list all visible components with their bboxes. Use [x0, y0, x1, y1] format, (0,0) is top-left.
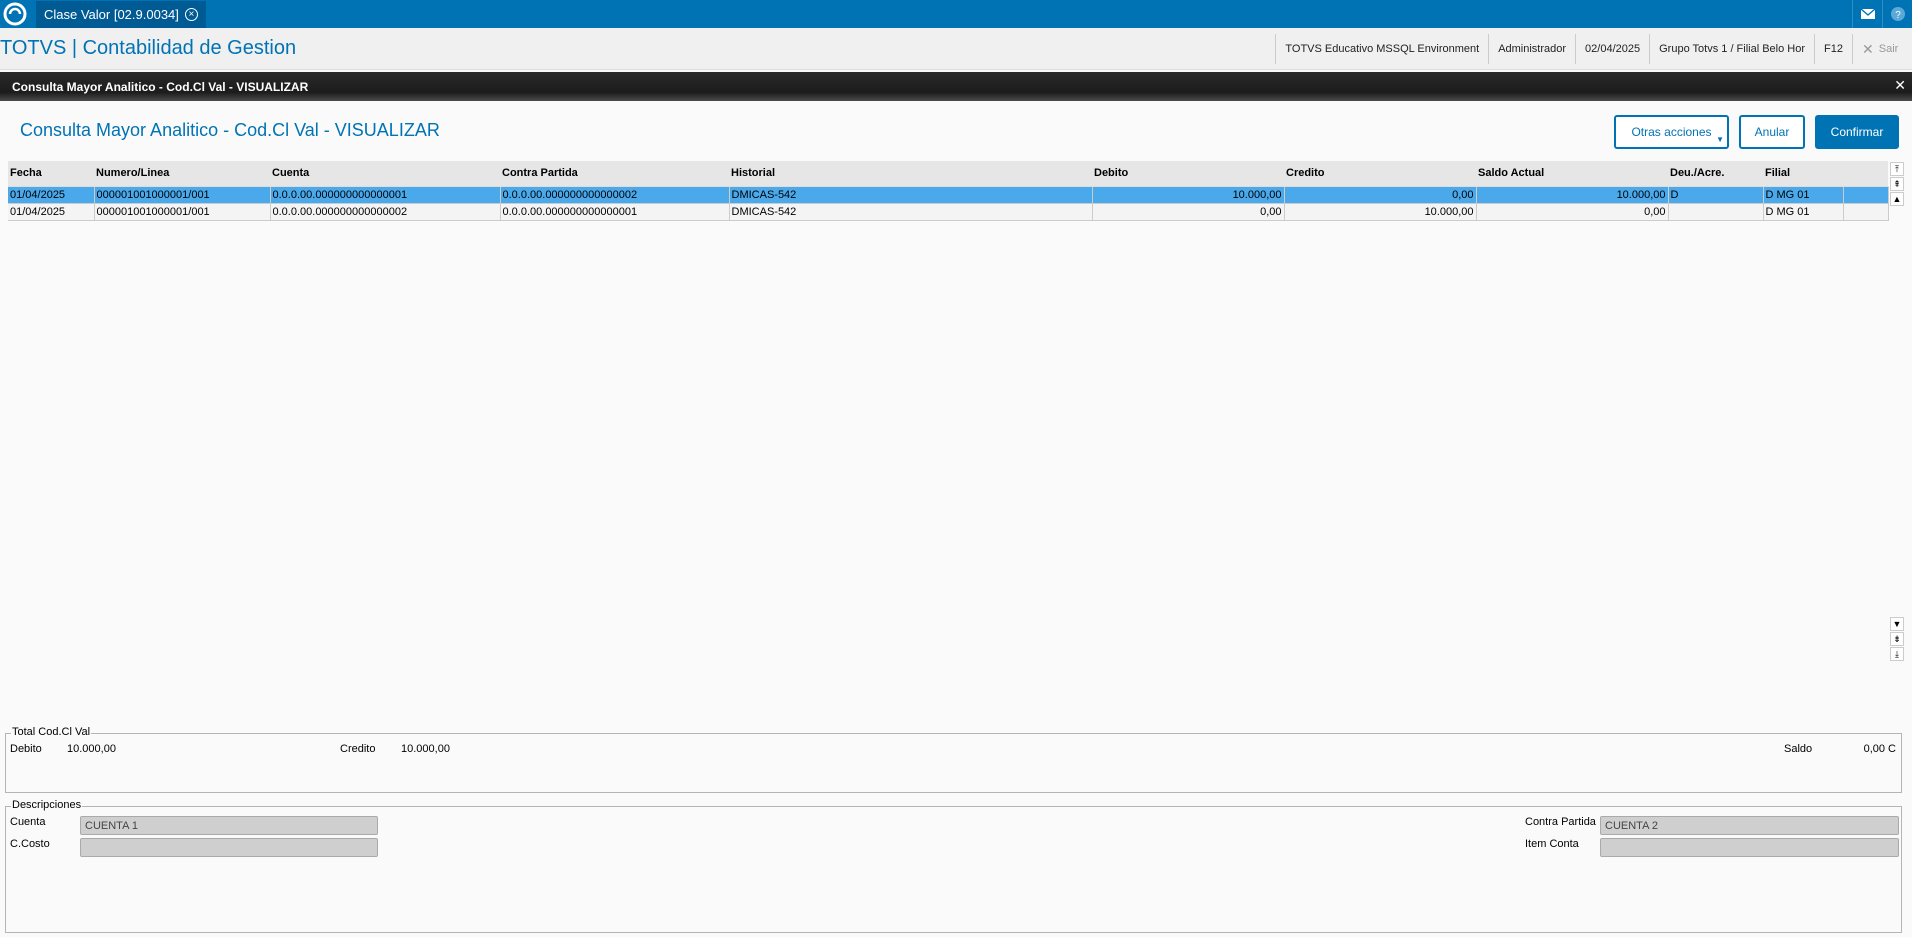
column-header[interactable]: Debito	[1092, 161, 1284, 187]
debit-label: Debito	[10, 743, 42, 755]
credit-value: 10.000,00	[401, 743, 450, 755]
help-icon[interactable]: ?	[1882, 0, 1912, 28]
scroll-down-icon[interactable]: ▼	[1890, 617, 1904, 631]
date-label[interactable]: 02/04/2025	[1575, 34, 1649, 64]
other-actions-label: Otras acciones	[1631, 125, 1712, 139]
other-actions-button[interactable]: Otras acciones ▼	[1614, 115, 1729, 149]
column-header[interactable]: Fecha	[8, 161, 94, 187]
close-icon: ✕	[1862, 40, 1874, 57]
tab-label: Clase Valor [02.9.0034]	[44, 7, 179, 22]
table-cell: 0,00	[1092, 203, 1285, 221]
table-cell: D MG 01	[1763, 203, 1844, 221]
chevron-down-icon: ▼	[1716, 135, 1724, 144]
scroll-last-icon[interactable]: ⤓	[1890, 647, 1904, 661]
dialog-title: Consulta Mayor Analitico - Cod.Cl Val - …	[12, 80, 309, 94]
debit-value: 10.000,00	[67, 743, 116, 755]
descriptions-group: Descripciones Cuenta CUENTA 1 C.Costo Co…	[5, 799, 1902, 933]
svg-text:?: ?	[1895, 10, 1901, 21]
column-header[interactable]: Contra Partida	[500, 161, 729, 187]
table-row[interactable]: 01/04/2025 000001001000001/001 0.0.0.00.…	[8, 203, 1889, 221]
ledger-grid[interactable]: Fecha Numero/Linea Cuenta Contra Partida…	[8, 161, 1889, 221]
table-cell: 0.0.0.00.000000000000001	[270, 186, 501, 204]
balance-label: Saldo	[1784, 743, 1813, 755]
table-cell: 0.0.0.00.000000000000001	[500, 203, 730, 221]
totvs-logo-icon[interactable]	[0, 0, 30, 28]
column-header[interactable]: Numero/Linea	[94, 161, 270, 187]
contra-account-field[interactable]: CUENTA 2	[1600, 816, 1899, 835]
table-cell: 01/04/2025	[8, 186, 95, 204]
item-account-label: Item Conta	[1525, 838, 1579, 850]
page-title: Consulta Mayor Analitico - Cod.Cl Val - …	[20, 120, 440, 140]
totals-legend: Total Cod.Cl Val	[11, 726, 92, 738]
table-cell: D	[1668, 186, 1764, 204]
table-cell: DMICAS-542	[729, 186, 1093, 204]
user-label[interactable]: Administrador	[1488, 34, 1575, 64]
dialog-title-bar: Consulta Mayor Analitico - Cod.Cl Val - …	[0, 72, 1912, 101]
item-account-field[interactable]	[1600, 838, 1899, 857]
dialog-close-icon[interactable]: ✕	[1894, 77, 1906, 94]
grid-scrollbar[interactable]: ⤒ ⇞ ▲ ▼ ⇟ ⤓	[1890, 162, 1904, 662]
account-label: Cuenta	[10, 816, 46, 828]
exit-label: Sair	[1878, 43, 1899, 55]
table-cell: D MG 01	[1763, 186, 1844, 204]
grid-header-row: Fecha Numero/Linea Cuenta Contra Partida…	[8, 161, 1888, 187]
descriptions-legend: Descripciones	[11, 799, 83, 811]
table-cell	[1668, 203, 1764, 221]
cancel-label: Anular	[1754, 125, 1790, 139]
table-cell: 0,00	[1476, 203, 1669, 221]
status-strip: TOTVS Educativo MSSQL Environment Admini…	[1275, 34, 1912, 64]
exit-button[interactable]: ✕ Sair	[1852, 34, 1912, 64]
app-title: TOTVS | Contabilidad de Gestion	[0, 37, 297, 59]
confirm-button[interactable]: Confirmar	[1815, 115, 1899, 149]
table-cell	[1843, 186, 1889, 204]
table-row[interactable]: 01/04/2025 000001001000001/001 0.0.0.00.…	[8, 186, 1889, 204]
table-cell: 000001001000001/001	[94, 186, 271, 204]
table-cell: 10.000,00	[1476, 186, 1669, 204]
credit-label: Credito	[340, 743, 376, 755]
table-cell	[1843, 203, 1889, 221]
column-header[interactable]: Cuenta	[270, 161, 500, 187]
table-cell: 01/04/2025	[8, 203, 95, 221]
column-header[interactable]: Saldo Actual	[1476, 161, 1668, 187]
scroll-up-icon[interactable]: ▲	[1890, 192, 1904, 206]
shortcut-label[interactable]: F12	[1814, 34, 1852, 64]
scroll-page-down-icon[interactable]: ⇟	[1890, 632, 1904, 646]
top-bar: Clase Valor [02.9.0034] × ?	[0, 0, 1912, 28]
scroll-first-icon[interactable]: ⤒	[1890, 162, 1904, 176]
table-cell: 10.000,00	[1284, 203, 1477, 221]
cost-center-field[interactable]	[80, 838, 378, 857]
environment-label[interactable]: TOTVS Educativo MSSQL Environment	[1275, 34, 1488, 64]
confirm-label: Confirmar	[1830, 125, 1884, 139]
table-cell: 0,00	[1284, 186, 1477, 204]
scroll-page-up-icon[interactable]: ⇞	[1890, 177, 1904, 191]
table-cell: 000001001000001/001	[94, 203, 271, 221]
table-cell: DMICAS-542	[729, 203, 1093, 221]
column-header-spacer	[1843, 161, 1888, 187]
table-cell: 0.0.0.00.000000000000002	[270, 203, 501, 221]
tab-clase-valor[interactable]: Clase Valor [02.9.0034] ×	[36, 1, 206, 28]
mail-icon[interactable]	[1852, 0, 1882, 28]
cost-center-label: C.Costo	[10, 838, 50, 850]
contra-account-label: Contra Partida	[1525, 816, 1596, 828]
account-field[interactable]: CUENTA 1	[80, 816, 378, 835]
tab-close-icon[interactable]: ×	[184, 8, 198, 21]
balance-value: 0,00 C	[1863, 743, 1896, 755]
column-header[interactable]: Historial	[729, 161, 1092, 187]
column-header[interactable]: Deu./Acre.	[1668, 161, 1763, 187]
table-cell: 0.0.0.00.000000000000002	[500, 186, 730, 204]
cancel-button[interactable]: Anular	[1739, 115, 1805, 149]
column-header[interactable]: Credito	[1284, 161, 1476, 187]
table-cell: 10.000,00	[1092, 186, 1285, 204]
totals-group: Total Cod.Cl Val Debito 10.000,00 Credit…	[5, 726, 1902, 793]
app-bar: TOTVS | Contabilidad de Gestion TOTVS Ed…	[0, 28, 1912, 70]
column-header[interactable]: Filial	[1763, 161, 1843, 187]
branch-label[interactable]: Grupo Totvs 1 / Filial Belo Hor	[1649, 34, 1814, 64]
